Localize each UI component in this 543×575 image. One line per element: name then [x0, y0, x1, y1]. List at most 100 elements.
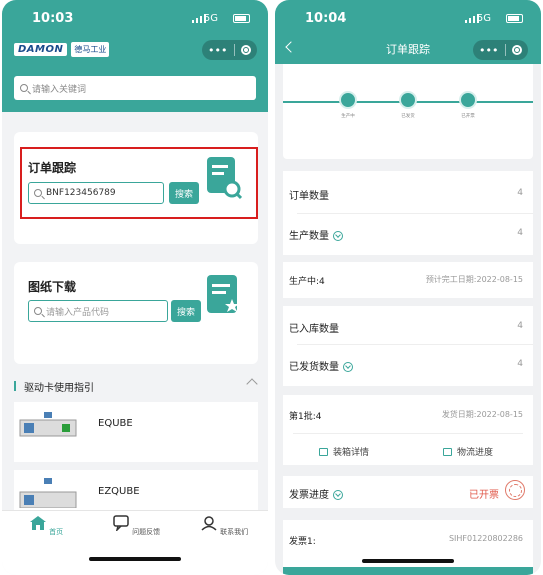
- step-in-production: 生产中: [337, 91, 359, 119]
- step-label: 已发货: [401, 114, 415, 119]
- quantity-section: 订单数量 4 生产数量 4: [283, 171, 533, 255]
- chevron-up-icon[interactable]: [246, 378, 258, 390]
- driver-card-guide-header[interactable]: 驱动卡使用指引: [14, 378, 258, 394]
- step-shipped: 已发货: [397, 91, 419, 119]
- invoice-item-row: 发票1: SIHF01220802286: [283, 520, 533, 575]
- logo-brand: DAMON: [14, 42, 68, 56]
- status-bar: 10:04 5G: [275, 0, 541, 36]
- close-miniapp-icon[interactable]: [241, 45, 251, 55]
- order-qty-value: 4: [517, 188, 523, 198]
- status-bar: 10:03 5G: [2, 0, 268, 36]
- capsule-divider: [504, 44, 506, 56]
- guide-title: 驱动卡使用指引: [24, 382, 94, 394]
- tab-feedback[interactable]: 问题反馈: [106, 515, 166, 537]
- feedback-icon: [113, 515, 129, 533]
- packing-details-link[interactable]: 装箱详情: [319, 445, 369, 458]
- search-icon: [34, 307, 42, 315]
- expand-icon[interactable]: [343, 362, 353, 372]
- invoice-item-label: 发票1:: [289, 537, 316, 547]
- production-qty-row[interactable]: 生产数量: [289, 227, 343, 242]
- home-indicator: [362, 559, 454, 563]
- production-qty-value: 4: [517, 228, 523, 238]
- network-label: 5G: [476, 13, 491, 24]
- bottom-accent-bar: [283, 567, 533, 575]
- keyword-search-input[interactable]: 请输入关键词: [14, 76, 256, 100]
- in-production-label: 生产中:4: [289, 277, 325, 287]
- close-miniapp-icon[interactable]: [512, 45, 522, 55]
- shipped-qty-row[interactable]: 已发货数量: [289, 358, 353, 373]
- box-icon: [319, 447, 328, 456]
- stocked-qty-label: 已入库数量: [289, 324, 339, 335]
- step-label: 已开票: [461, 114, 475, 119]
- invoice-status: 已开票: [469, 490, 499, 501]
- expand-icon[interactable]: [333, 231, 343, 241]
- contact-icon: [201, 516, 217, 531]
- order-tracking-highlight: [20, 147, 258, 219]
- row-divider: [297, 344, 533, 345]
- shipped-qty-value: 4: [517, 359, 523, 369]
- product-item-ezqube[interactable]: EZQUBE: [14, 470, 258, 510]
- invoice-progress-row[interactable]: 发票进度 已开票: [283, 476, 533, 508]
- product-code-input[interactable]: 请输入产品代码: [28, 300, 168, 322]
- bottom-tab-bar: 首页 问题反馈 联系我们: [2, 510, 268, 575]
- drawing-download-title: 图纸下载: [28, 280, 77, 294]
- ezqube-product-image: [19, 478, 77, 508]
- capsule-divider: [233, 44, 235, 56]
- cart-icon: [443, 447, 452, 456]
- batch-label: 第1批:4: [289, 412, 322, 422]
- home-icon: [29, 516, 46, 530]
- tab-contact[interactable]: 联系我们: [194, 515, 254, 537]
- shipped-qty-label: 已发货数量: [289, 362, 339, 373]
- logo-sub: 德马工业: [71, 41, 110, 57]
- tab-label: 问题反馈: [132, 528, 161, 536]
- status-time: 10:03: [32, 11, 74, 26]
- section-accent-bar: [14, 381, 16, 391]
- invoice-progress-label: 发票进度: [289, 490, 329, 501]
- invoice-progress-title: 发票进度: [289, 486, 343, 501]
- miniapp-capsule[interactable]: •••: [202, 40, 257, 60]
- order-tracking-screen: 10:04 5G 订单跟踪 ••• 生产中 已发货 已开票 订单数量 4 生产数…: [275, 0, 541, 575]
- step-label: 生产中: [341, 114, 355, 119]
- status-time: 10:04: [305, 11, 347, 26]
- home-screen: 10:03 5G DAMON 德马工业 ••• 请输入关键词 订单跟踪 BNF1…: [2, 0, 268, 575]
- production-icon: [339, 91, 357, 109]
- stock-ship-section: 已入库数量 4 已发货数量 4: [283, 306, 533, 386]
- drawing-download-card: 图纸下载 请输入产品代码 搜索: [14, 262, 258, 364]
- battery-icon: [506, 14, 523, 23]
- step-invoiced: 已开票: [457, 91, 479, 119]
- completion-date: 预计完工日期:2022-08-15: [425, 275, 523, 284]
- product-code-placeholder: 请输入产品代码: [46, 307, 110, 318]
- stocked-qty-value: 4: [517, 321, 523, 331]
- order-qty-label: 订单数量: [289, 191, 329, 202]
- row-divider: [293, 433, 523, 434]
- more-icon[interactable]: •••: [208, 44, 227, 57]
- in-production-row: 生产中:4 预计完工日期:2022-08-15: [283, 262, 533, 298]
- battery-icon: [233, 14, 250, 23]
- shipment-batch-card: 第1批:4 发货日期:2022-08-15 装箱详情 物流进度: [283, 395, 533, 465]
- more-icon[interactable]: •••: [479, 44, 498, 57]
- row-divider: [297, 213, 533, 214]
- tab-label: 首页: [49, 528, 64, 536]
- tab-label: 联系我们: [220, 528, 249, 536]
- logistics-progress-link[interactable]: 物流进度: [443, 445, 493, 458]
- production-qty-label: 生产数量: [289, 231, 329, 242]
- eqube-product-image: [19, 412, 77, 437]
- truck-icon: [399, 91, 417, 109]
- miniapp-capsule[interactable]: •••: [473, 40, 528, 60]
- home-indicator: [89, 557, 181, 561]
- packing-label: 装箱详情: [333, 448, 370, 458]
- search-placeholder: 请输入关键词: [32, 84, 87, 95]
- product-item-eqube[interactable]: EQUBE: [14, 402, 258, 462]
- tab-home[interactable]: 首页: [16, 515, 76, 537]
- order-progress-card: 生产中 已发货 已开票: [283, 64, 533, 159]
- brand-logo: DAMON 德马工业: [14, 41, 110, 57]
- logistics-label: 物流进度: [457, 448, 494, 458]
- drawing-document-icon: [207, 275, 239, 313]
- product-name: EZQUBE: [98, 486, 140, 497]
- drawing-search-button[interactable]: 搜索: [171, 300, 201, 322]
- invoice-icon: [459, 91, 477, 109]
- product-name: EQUBE: [98, 418, 133, 429]
- invoice-number: SIHF01220802286: [448, 534, 523, 543]
- search-icon: [20, 84, 28, 92]
- expand-icon[interactable]: [333, 490, 343, 500]
